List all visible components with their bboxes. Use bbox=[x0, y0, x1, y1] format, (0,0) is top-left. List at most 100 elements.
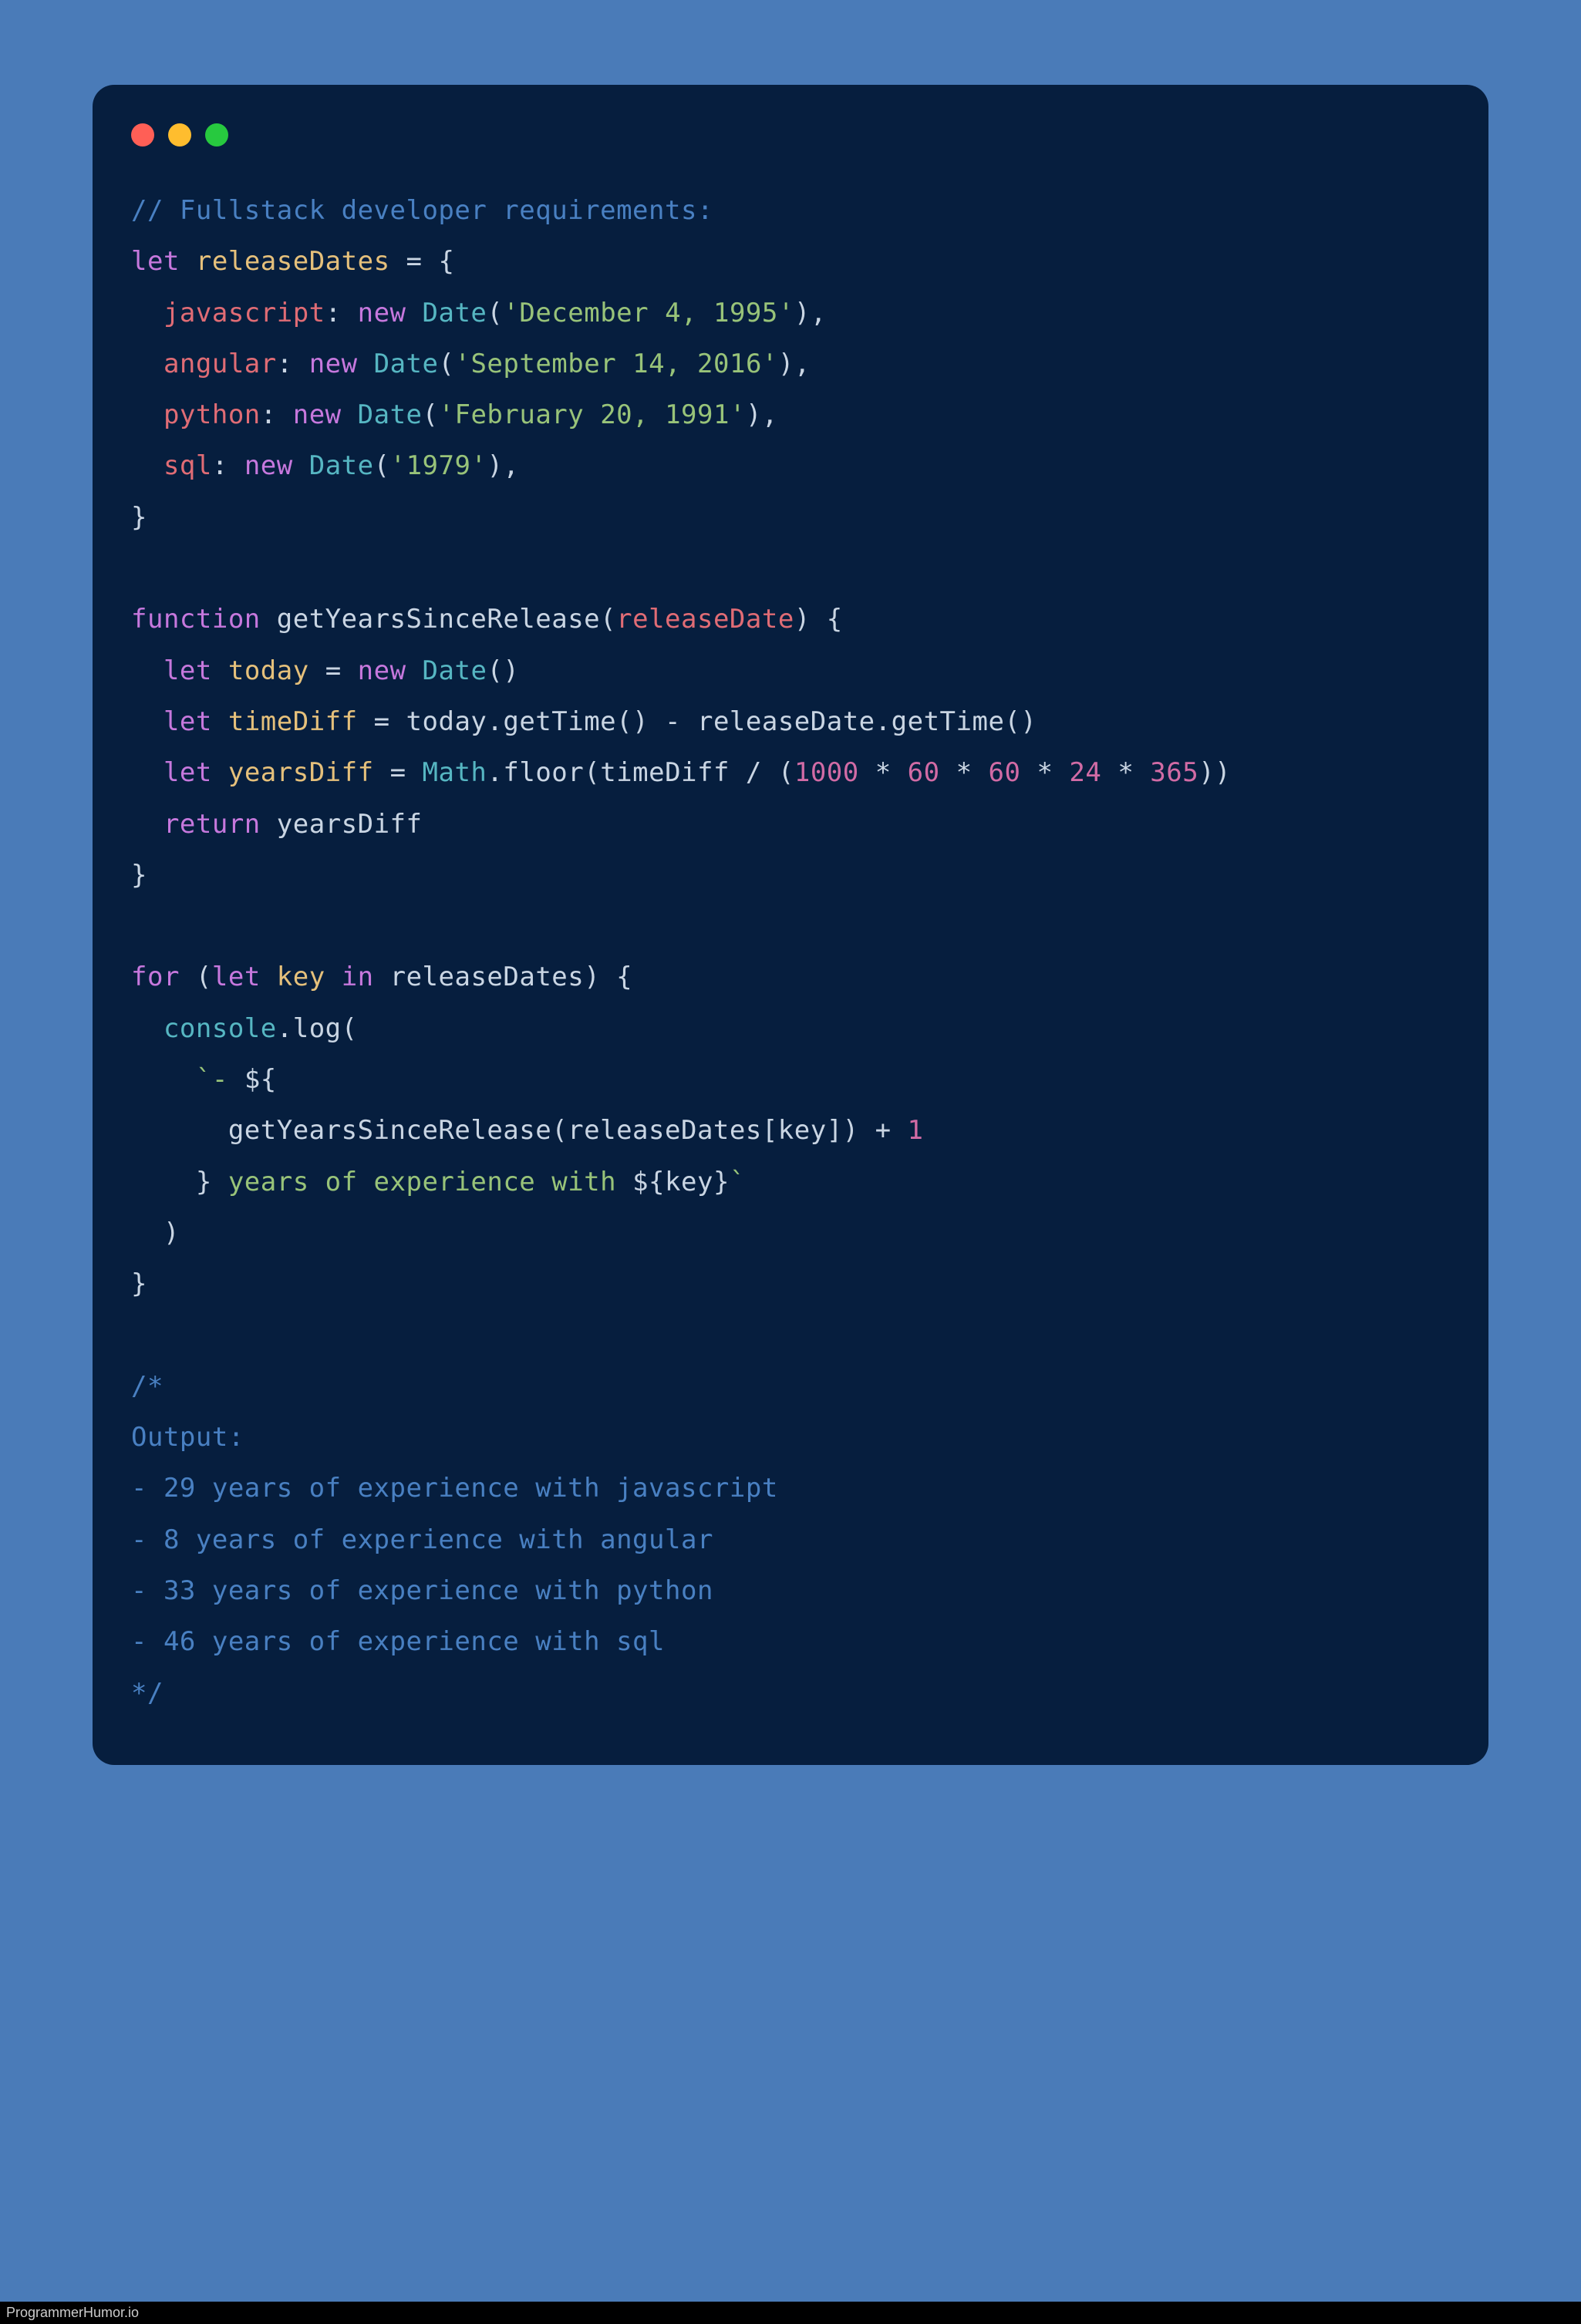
code-line bbox=[131, 1310, 1450, 1361]
code-token: ( bbox=[439, 349, 455, 379]
code-token: new bbox=[293, 399, 342, 430]
code-token bbox=[131, 655, 163, 686]
code-token: - 29 years of experience with javascript bbox=[131, 1473, 778, 1504]
code-token: ), bbox=[746, 399, 778, 430]
code-token: = { bbox=[390, 246, 455, 277]
code-line: - 8 years of experience with angular bbox=[131, 1514, 1450, 1565]
code-token: ${ bbox=[632, 1167, 665, 1197]
code-token: : bbox=[325, 298, 358, 328]
code-token bbox=[180, 246, 196, 277]
code-line: } years of experience with ${key}` bbox=[131, 1157, 1450, 1207]
close-icon[interactable] bbox=[131, 123, 154, 147]
code-token: - 8 years of experience with angular bbox=[131, 1524, 713, 1555]
code-token: ) bbox=[131, 1218, 180, 1248]
code-token: new bbox=[358, 298, 406, 328]
code-token: } bbox=[131, 502, 147, 533]
code-token: ) { bbox=[794, 604, 843, 635]
code-line: let yearsDiff = Math.floor(timeDiff / (1… bbox=[131, 747, 1450, 798]
code-token: : bbox=[277, 349, 309, 379]
code-line bbox=[131, 543, 1450, 594]
code-line bbox=[131, 901, 1450, 951]
code-token: 1 bbox=[908, 1115, 924, 1146]
code-token bbox=[212, 706, 228, 737]
code-line: python: new Date('February 20, 1991'), bbox=[131, 389, 1450, 440]
code-token: today bbox=[228, 655, 309, 686]
code-token: ( bbox=[600, 604, 616, 635]
code-token: angular bbox=[163, 349, 277, 379]
code-token: key bbox=[277, 962, 325, 992]
code-token: let bbox=[131, 246, 180, 277]
code-token: function bbox=[131, 604, 261, 635]
code-token: 24 bbox=[1069, 757, 1101, 788]
code-token: } bbox=[713, 1167, 730, 1197]
code-token: let bbox=[163, 655, 212, 686]
code-token: sql bbox=[163, 450, 212, 481]
code-token bbox=[131, 450, 163, 481]
code-token: * bbox=[859, 757, 908, 788]
code-token: = today.getTime() - releaseDate.getTime(… bbox=[358, 706, 1037, 737]
code-token: * bbox=[1101, 757, 1150, 788]
code-line: let today = new Date() bbox=[131, 645, 1450, 696]
code-token: */ bbox=[131, 1678, 163, 1709]
code-token: ), bbox=[794, 298, 827, 328]
code-line: sql: new Date('1979'), bbox=[131, 440, 1450, 491]
minimize-icon[interactable] bbox=[168, 123, 191, 147]
code-token: for bbox=[131, 962, 180, 992]
maximize-icon[interactable] bbox=[205, 123, 228, 147]
code-token bbox=[261, 962, 277, 992]
code-line: for (let key in releaseDates) { bbox=[131, 951, 1450, 1002]
code-token: let bbox=[163, 757, 212, 788]
code-token: Date bbox=[358, 399, 423, 430]
code-token: 60 bbox=[908, 757, 940, 788]
code-token bbox=[406, 655, 423, 686]
code-token bbox=[212, 757, 228, 788]
code-token: } bbox=[131, 860, 147, 891]
code-line: } bbox=[131, 850, 1450, 901]
code-token: Math bbox=[423, 757, 487, 788]
code-line: ) bbox=[131, 1207, 1450, 1258]
code-token: 365 bbox=[1150, 757, 1198, 788]
code-token: in bbox=[342, 962, 374, 992]
code-token: * bbox=[940, 757, 989, 788]
code-token: Date bbox=[423, 655, 487, 686]
code-token: .floor(timeDiff / ( bbox=[487, 757, 794, 788]
code-token: = bbox=[309, 655, 358, 686]
code-line: javascript: new Date('December 4, 1995')… bbox=[131, 288, 1450, 338]
code-token: yearsDiff bbox=[261, 809, 423, 840]
code-token: releaseDates bbox=[196, 246, 390, 277]
code-token: ), bbox=[778, 349, 811, 379]
code-token: : bbox=[261, 399, 293, 430]
code-line: Output: bbox=[131, 1412, 1450, 1463]
code-token: ( bbox=[487, 298, 503, 328]
code-line: let timeDiff = today.getTime() - release… bbox=[131, 696, 1450, 747]
code-token: Date bbox=[309, 450, 374, 481]
footer-watermark: ProgrammerHumor.io bbox=[0, 2302, 1581, 2324]
code-token: let bbox=[212, 962, 261, 992]
code-token: let bbox=[163, 706, 212, 737]
code-block: // Fullstack developer requirements:let … bbox=[131, 185, 1450, 1719]
code-token: releaseDates) { bbox=[374, 962, 633, 992]
code-token: 60 bbox=[989, 757, 1021, 788]
code-token bbox=[342, 399, 358, 430]
code-line: let releaseDates = { bbox=[131, 236, 1450, 287]
code-token bbox=[358, 349, 374, 379]
code-line: */ bbox=[131, 1668, 1450, 1719]
code-line: /* bbox=[131, 1361, 1450, 1412]
code-token: new bbox=[358, 655, 406, 686]
code-token: new bbox=[309, 349, 358, 379]
code-token: 'September 14, 2016' bbox=[454, 349, 777, 379]
code-token: } bbox=[131, 1268, 147, 1299]
code-token: Date bbox=[374, 349, 439, 379]
code-token: getYearsSinceRelease bbox=[277, 604, 600, 635]
code-token bbox=[131, 757, 163, 788]
code-line: // Fullstack developer requirements: bbox=[131, 185, 1450, 236]
code-line: console.log( bbox=[131, 1003, 1450, 1054]
code-token: - 46 years of experience with sql bbox=[131, 1626, 665, 1657]
code-line: - 29 years of experience with javascript bbox=[131, 1463, 1450, 1514]
code-token: yearsDiff bbox=[228, 757, 374, 788]
code-token: python bbox=[163, 399, 261, 430]
code-token: Output: bbox=[131, 1422, 244, 1453]
code-token: releaseDate bbox=[616, 604, 794, 635]
code-token: : bbox=[212, 450, 244, 481]
code-line: angular: new Date('September 14, 2016'), bbox=[131, 338, 1450, 389]
